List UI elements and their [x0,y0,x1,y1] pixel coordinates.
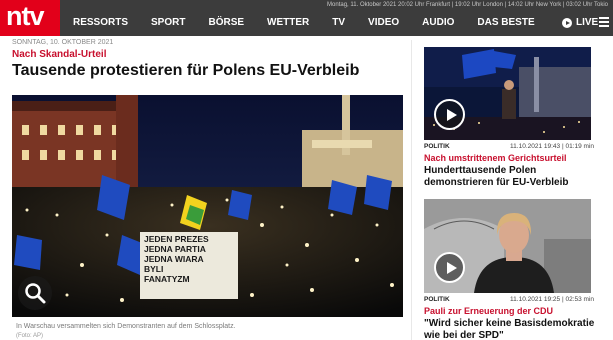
protest-sign: JEDEN PREZES JEDNA PARTIA JEDNA WIARA BY… [144,234,209,284]
nav-audio[interactable]: AUDIO [422,17,454,31]
card-kicker[interactable]: Nach umstrittenem Gerichtsurteil [424,153,567,163]
column-divider [411,40,412,340]
card-meta-1: POLITIK 11.10.2021 19:43 | 01:19 min [424,143,594,150]
nav-ressorts[interactable]: RESSORTS [73,17,128,31]
nav-video[interactable]: VIDEO [368,17,399,31]
ntv-logo[interactable]: ntv [0,0,60,36]
live-button[interactable]: LIVE [562,17,598,29]
search-icon [25,283,46,304]
card-kicker[interactable]: Pauli zur Erneuerung der CDU [424,306,553,316]
time-ticker: Montag, 11. Oktober 2021 20:02 Uhr Frank… [327,2,608,8]
zoom-button[interactable] [18,276,52,310]
card-category: POLITIK [424,296,450,303]
video-thumbnail-poland[interactable] [424,47,591,140]
nav-boerse[interactable]: BÖRSE [208,17,244,31]
nav-sport[interactable]: SPORT [151,17,185,31]
image-caption: In Warschau versammelten sich Demonstran… [16,323,236,330]
card-title[interactable]: "Wird sicher keine Basisdemokratie wie b… [424,318,604,340]
top-navigation-bar: ntv Montag, 11. Oktober 2021 20:02 Uhr F… [0,0,613,36]
logo-text: ntv [6,1,44,31]
play-button-icon[interactable] [434,252,465,283]
live-label: LIVE [576,17,599,28]
card-category: POLITIK [424,143,450,150]
card-title[interactable]: Hunderttausende Polen demonstrieren für … [424,165,604,189]
card-timestamp: 11.10.2021 19:25 | 02:53 min [510,296,594,303]
nav-wetter[interactable]: WETTER [267,17,309,31]
play-button-icon[interactable] [434,99,465,130]
nav-tv[interactable]: TV [332,17,345,31]
card-meta-2: POLITIK 11.10.2021 19:25 | 02:53 min [424,296,594,303]
video-thumbnail-pauli[interactable] [424,199,591,293]
article-kicker[interactable]: Nach Skandal-Urteil [12,49,106,60]
hero-image[interactable]: JEDEN PREZES JEDNA PARTIA JEDNA WIARA BY… [12,95,403,317]
article-date: SONNTAG, 10. OKTOBER 2021 [12,39,114,46]
hamburger-menu-icon[interactable] [599,17,609,27]
play-circle-icon [562,18,572,28]
image-credit: (Foto: AP) [16,333,44,339]
nav-das-beste[interactable]: DAS BESTE [477,17,534,31]
card-timestamp: 11.10.2021 19:43 | 01:19 min [510,143,594,150]
main-nav: RESSORTS SPORT BÖRSE WETTER TV VIDEO AUD… [73,17,535,31]
article-headline[interactable]: Tausende protestieren für Polens EU-Verb… [12,62,359,80]
